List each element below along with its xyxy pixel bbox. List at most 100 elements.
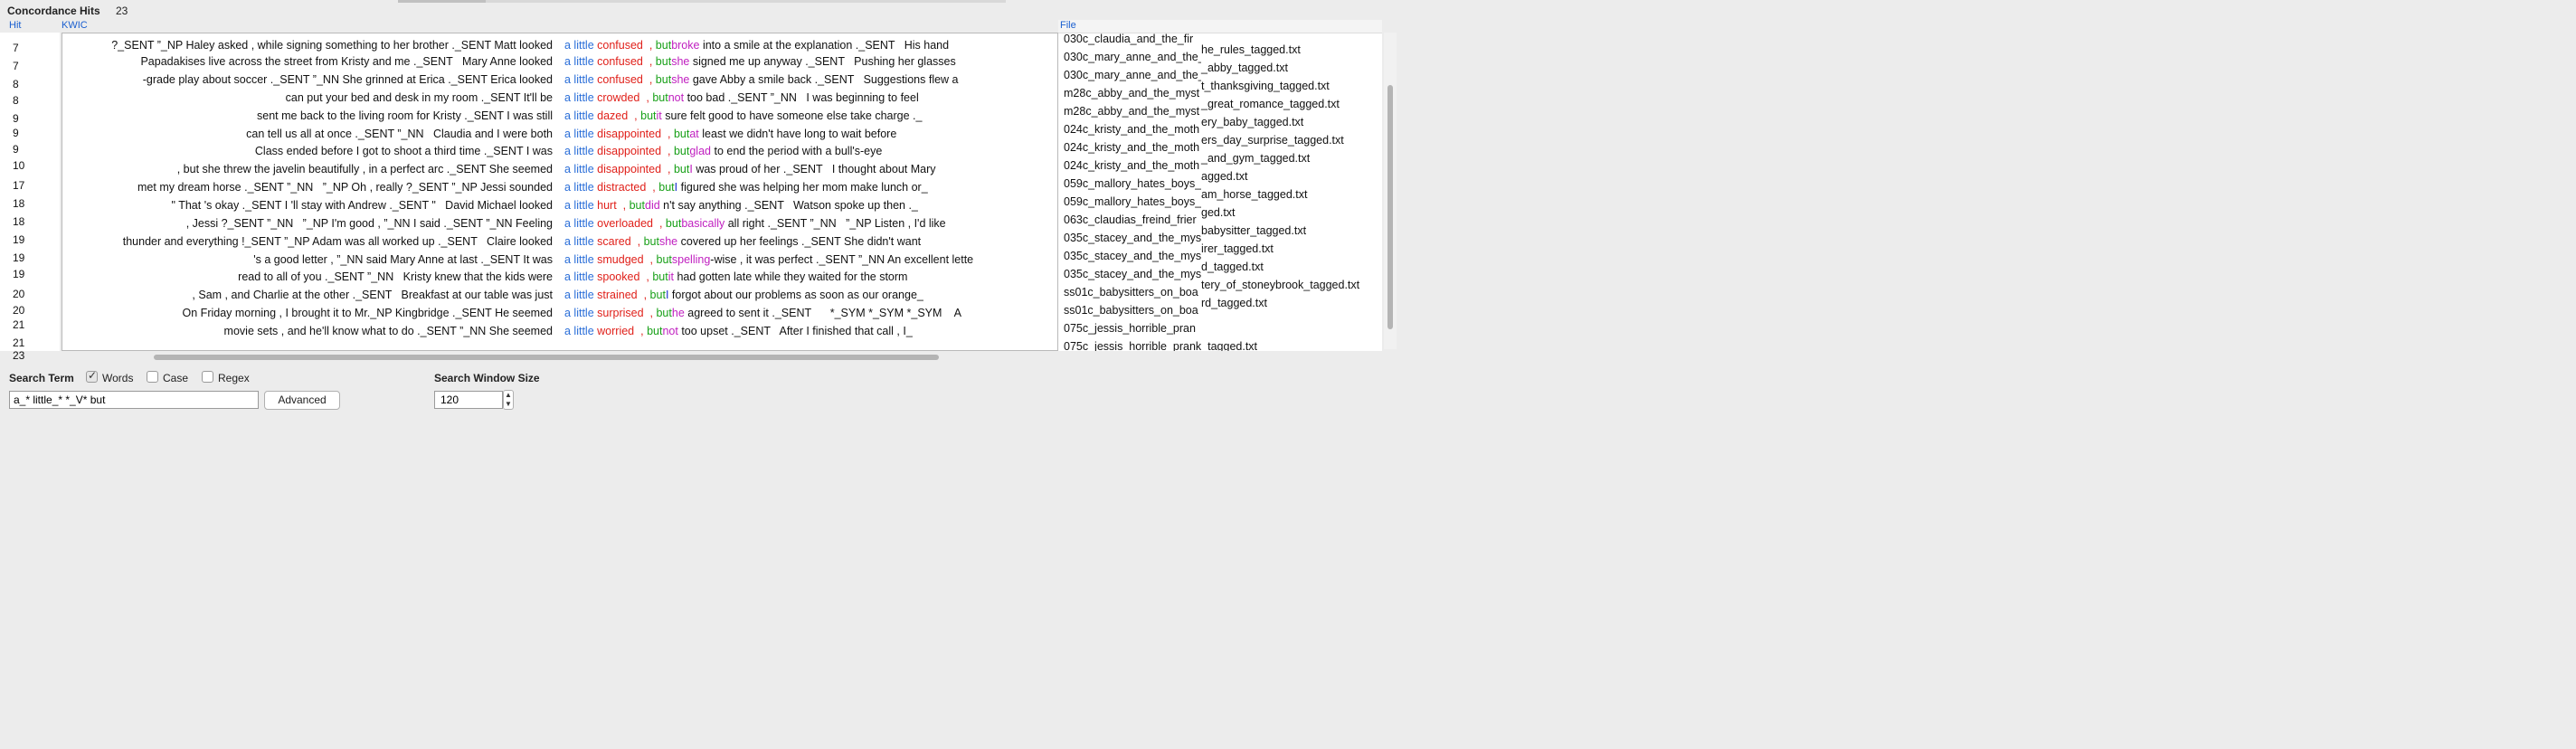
kwic-row[interactable]: -grade play about soccer ._SENT ”_NN She… [62, 71, 1057, 88]
kwic-row[interactable]: thunder and everything !_SENT ”_NP Adam … [62, 233, 1057, 250]
file-name[interactable]: 059c_mallory_hates_boys_ [1064, 177, 1201, 190]
window-size-stepper[interactable]: ▲ ▼ [503, 390, 514, 410]
file-name-overlay[interactable]: t_thanksgiving_tagged.txt [1201, 80, 1330, 92]
file-name[interactable]: ss01c_babysitters_on_boa [1064, 304, 1201, 317]
vertical-scrollbar[interactable] [1384, 33, 1397, 349]
window-size-input[interactable]: 120 [434, 391, 503, 409]
file-name-overlay[interactable]: tery_of_stoneybrook_tagged.txt [1201, 279, 1359, 291]
file-horizontal-scrollbar[interactable] [1058, 353, 1382, 364]
keyword: a little [564, 270, 594, 283]
kwic-row[interactable]: , Jessi ?_SENT ”_NN ”_NP I'm good , ”_NN… [62, 215, 1057, 232]
kwic-row[interactable]: Papadakises live across the street from … [62, 53, 1057, 70]
but-word: but [656, 253, 672, 266]
adjective: distracted [597, 181, 647, 194]
rest-context: signed me up anyway ._SENT Pushing her g… [689, 55, 956, 68]
kwic-row[interactable]: , Sam , and Charlie at the other ._SENT … [62, 287, 1057, 303]
file-name[interactable]: 024c_kristy_and_the_moth [1064, 159, 1201, 172]
kwic-row[interactable]: On Friday morning , I brought it to Mr._… [62, 305, 1057, 321]
keyword: a little [564, 145, 594, 157]
kwic-panel[interactable]: ?_SENT ”_NP Haley asked , while signing … [62, 33, 1058, 351]
right-context: a little spooked , butit had gotten late… [564, 269, 907, 285]
file-name[interactable]: ss01c_babysitters_on_boa [1064, 286, 1201, 299]
file-name[interactable]: 024c_kristy_and_the_moth [1064, 141, 1201, 154]
kwic-row[interactable]: can tell us all at once ._SENT ”_NN Clau… [62, 126, 1057, 142]
file-name-overlay[interactable]: rd_tagged.txt [1201, 297, 1267, 309]
case-checkbox[interactable] [147, 371, 158, 383]
search-term-label: Search Term [9, 372, 74, 384]
right-context: a little scared , butshe covered up her … [564, 233, 921, 250]
adjective: dazed [597, 109, 629, 122]
file-name[interactable]: 035c_stacey_and_the_mys [1064, 268, 1201, 280]
kwic-row[interactable]: read to all of you ._SENT ”_NN Kristy kn… [62, 269, 1057, 285]
file-name[interactable]: 035c_stacey_and_the_mys [1064, 250, 1201, 262]
right-context: a little surprised , buthe agreed to sen… [564, 305, 961, 321]
adjective: overloaded [597, 217, 653, 230]
file-name-overlay[interactable]: _great_romance_tagged.txt [1201, 98, 1340, 110]
file-name[interactable]: 030c_mary_anne_and_the_ [1064, 51, 1201, 63]
left-context: 's a good letter , ”_NN said Mary Anne a… [253, 253, 553, 266]
file-name[interactable]: m28c_abby_and_the_myst [1064, 105, 1201, 118]
file-name[interactable]: m28c_abby_and_the_myst [1064, 87, 1201, 100]
kwic-row[interactable]: Class ended before I got to shoot a thir… [62, 143, 1057, 159]
file-name[interactable]: 075c_jessis_horrible_prank_tagged.txt [1064, 340, 1382, 351]
rest-context: forgot about our problems as soon as our… [668, 289, 923, 301]
vertical-scroll-thumb[interactable] [1387, 85, 1393, 329]
adjective: worried [597, 325, 635, 337]
file-name[interactable]: 024c_kristy_and_the_moth [1064, 123, 1201, 136]
file-column-header[interactable]: File [1060, 20, 1076, 32]
file-panel[interactable]: File 030c_claudia_and_the_fir 030c_mary_a… [1058, 20, 1382, 351]
but-word: but [652, 270, 668, 283]
chevron-up-icon[interactable]: ▲ [504, 391, 513, 400]
adjective: scared [597, 235, 631, 248]
search-term-input[interactable] [9, 391, 259, 409]
file-name-overlay[interactable]: irer_tagged.txt [1201, 242, 1274, 255]
tab-active-indicator[interactable] [398, 0, 486, 3]
file-name-overlay[interactable]: _and_gym_tagged.txt [1201, 152, 1310, 165]
file-name[interactable]: 030c_mary_anne_and_the_ [1064, 69, 1201, 81]
kwic-scroll-thumb[interactable] [154, 355, 939, 360]
next-word: basically [681, 217, 725, 230]
kwic-row[interactable]: sent me back to the living room for Kris… [62, 108, 1057, 124]
hits-count: 23 [116, 5, 128, 17]
advanced-button[interactable]: Advanced [264, 391, 340, 410]
keyword: a little [564, 109, 594, 122]
file-name[interactable]: 075c_jessis_horrible_pran [1064, 322, 1382, 335]
file-name-overlay[interactable]: ery_baby_tagged.txt [1201, 116, 1303, 128]
file-name-overlay[interactable]: ers_day_surprise_tagged.txt [1201, 134, 1344, 147]
hit-number: 9 [13, 143, 19, 156]
file-name[interactable]: 059c_mallory_hates_boys_ [1064, 195, 1201, 208]
file-name-overlay[interactable]: _abby_tagged.txt [1201, 62, 1288, 74]
file-name-overlay[interactable]: he_rules_tagged.txt [1201, 43, 1301, 56]
kwic-row[interactable]: , but she threw the javelin beautifully … [62, 161, 1057, 177]
kwic-row[interactable]: met my dream horse ._SENT ”_NN ”_NP Oh ,… [62, 179, 1057, 195]
top-bar: Concordance Hits 23 [0, 0, 1418, 20]
kwic-column-header[interactable]: KWIC [62, 20, 88, 32]
file-name[interactable]: 035c_stacey_and_the_mys [1064, 232, 1201, 244]
hit-number: 19 [13, 233, 25, 246]
regex-checkbox[interactable] [202, 371, 213, 383]
kwic-horizontal-scrollbar[interactable] [63, 351, 1056, 362]
keyword: a little [564, 163, 594, 175]
adjective: crowded [597, 91, 640, 104]
comma: , [640, 289, 648, 301]
hit-number: 9 [13, 112, 19, 125]
chevron-down-icon[interactable]: ▼ [504, 400, 513, 409]
kwic-row[interactable]: ?_SENT ”_NP Haley asked , while signing … [62, 37, 1057, 53]
file-name-overlay[interactable]: agged.txt [1201, 170, 1247, 183]
kwic-row[interactable]: " That 's okay ._SENT I 'll stay with An… [62, 197, 1057, 213]
file-name-overlay[interactable]: babysitter_tagged.txt [1201, 224, 1306, 237]
words-checkbox[interactable]: ✓ [86, 369, 98, 383]
file-name[interactable]: 063c_claudias_freind_frier [1064, 213, 1201, 226]
file-name-overlay[interactable]: d_tagged.txt [1201, 261, 1264, 273]
but-word: but [656, 307, 672, 319]
file-name-overlay[interactable]: am_horse_tagged.txt [1201, 188, 1307, 201]
tab-strip[interactable] [398, 0, 1006, 3]
hit-column-header[interactable]: Hit [9, 20, 21, 32]
kwic-row[interactable]: can put your bed and desk in my room ._S… [62, 90, 1057, 106]
checkmark-icon: ✓ [88, 369, 98, 382]
kwic-row[interactable]: movie sets , and he'll know what to do .… [62, 323, 1057, 339]
right-context: a little distracted , butI figured she w… [564, 179, 928, 195]
but-word: but [640, 109, 657, 122]
file-name-overlay[interactable]: ged.txt [1201, 206, 1236, 219]
kwic-row[interactable]: 's a good letter , ”_NN said Mary Anne a… [62, 251, 1057, 268]
